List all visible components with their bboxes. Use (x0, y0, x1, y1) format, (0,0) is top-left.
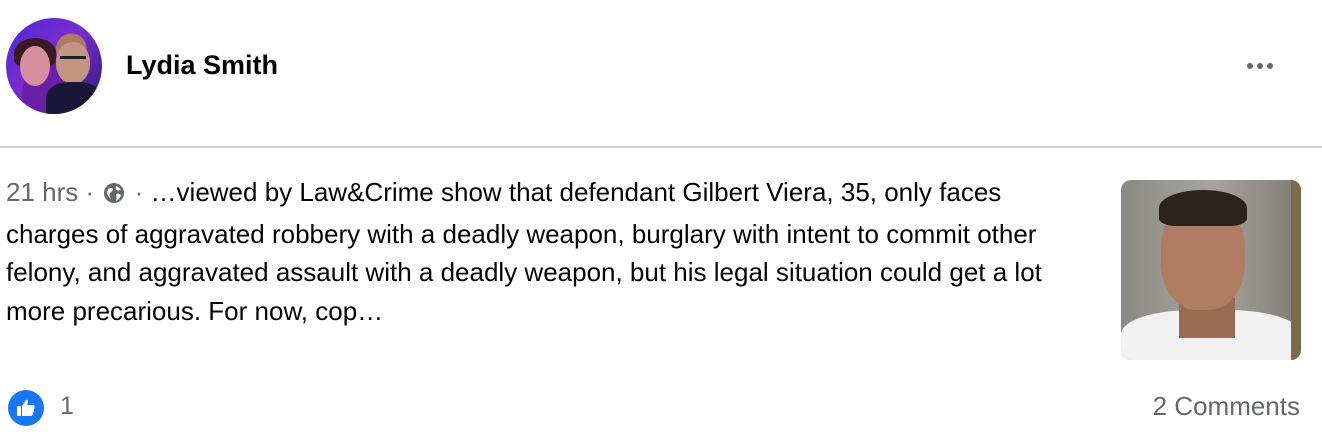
post-text: …viewed by Law&Crime show that defendant… (6, 177, 1042, 326)
link-preview-thumbnail[interactable] (1121, 180, 1301, 360)
more-options-button[interactable] (1240, 54, 1280, 78)
globe-icon[interactable] (103, 176, 125, 215)
post-footer: 1 2 Comments (0, 386, 1322, 430)
meta-separator: · (134, 177, 144, 207)
more-options-icon (1247, 63, 1253, 69)
author-name[interactable]: Lydia Smith (126, 50, 278, 81)
more-options-icon-dot (1267, 63, 1273, 69)
like-count[interactable]: 1 (60, 392, 74, 421)
header-divider (0, 146, 1322, 148)
post-header: Lydia Smith (0, 0, 1322, 146)
more-options-icon-dot (1257, 63, 1263, 69)
post-body: 21 hrs · · …viewed by Law&Crime show tha… (6, 173, 1091, 330)
comments-link[interactable]: 2 Comments (1153, 391, 1300, 422)
author-avatar[interactable] (6, 18, 102, 114)
thumbs-up-icon[interactable] (8, 390, 44, 426)
post-timestamp[interactable]: 21 hrs (6, 177, 78, 207)
meta-separator: · (85, 177, 95, 207)
